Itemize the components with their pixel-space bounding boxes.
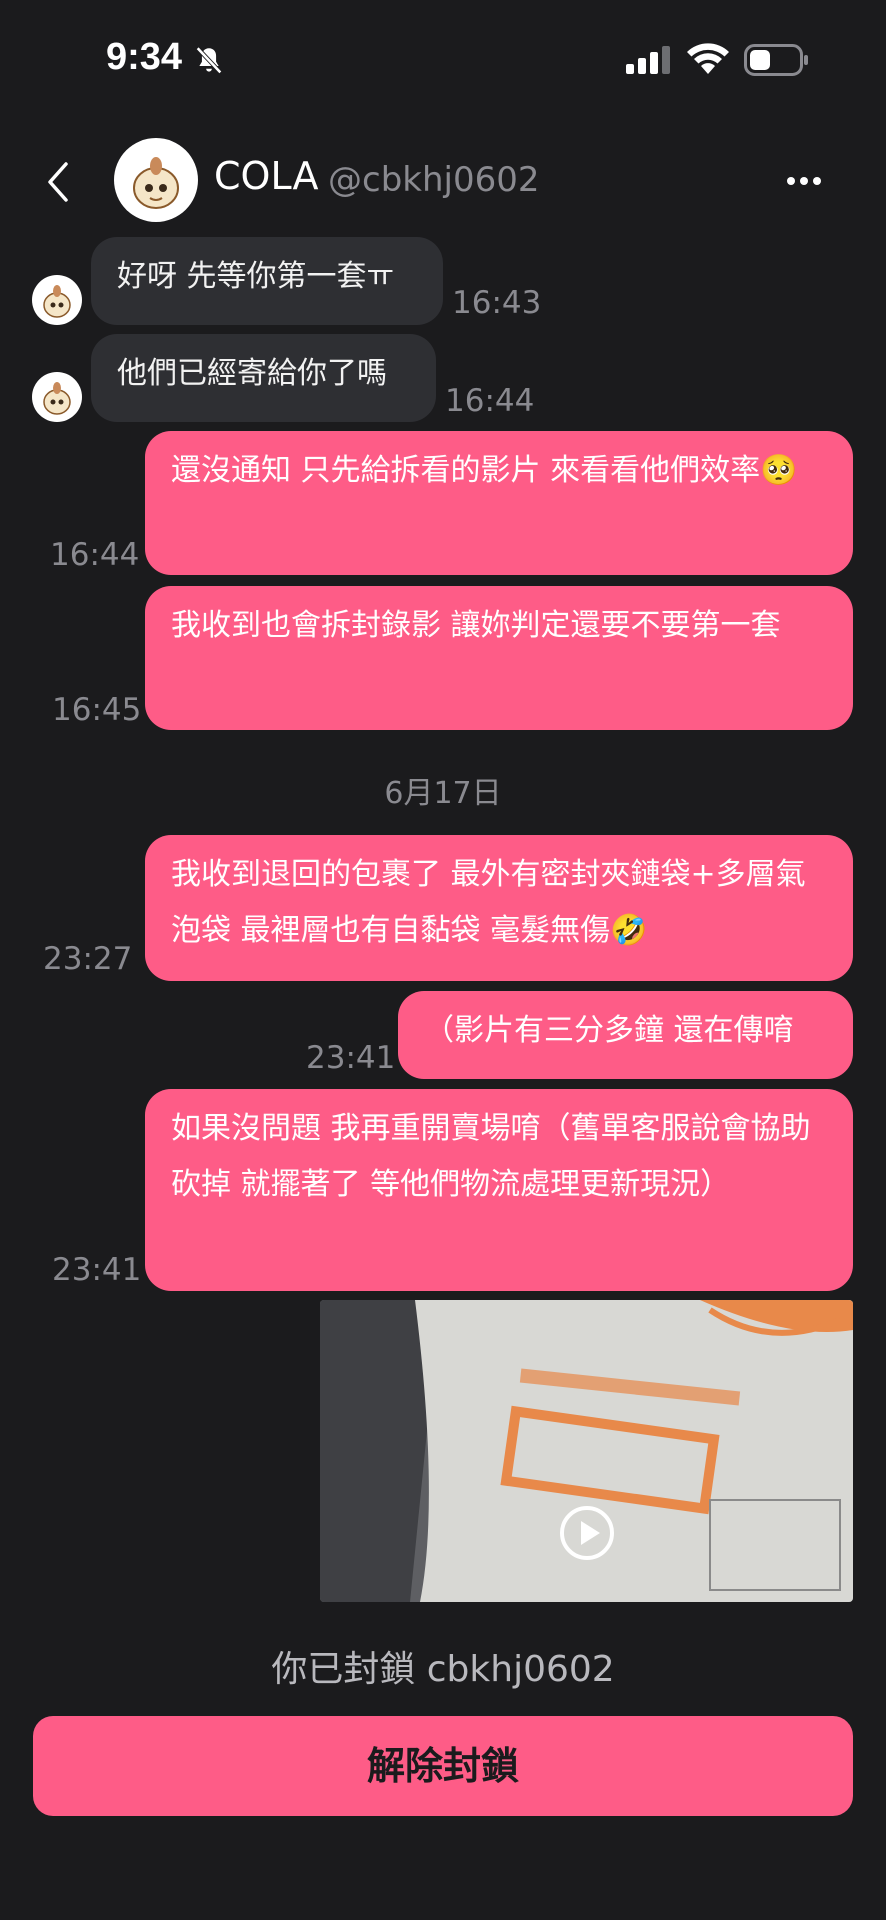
message-list[interactable]: 好呀 先等你第一套ㅠ 16:43 他們已經寄給你了嗎 16:44 16:44 還… [0,0,886,1920]
video-message[interactable] [320,1300,853,1602]
play-circle-icon[interactable] [558,1504,616,1562]
message-text: 好呀 先等你第一套ㅠ [117,259,395,294]
avatar-illustration [43,285,71,318]
message-timestamp: 16:44 [50,537,140,573]
message-text: 我收到也會拆封錄影 讓妳判定還要不要第一套 [171,608,781,643]
message-text: 他們已經寄給你了嗎 [117,356,387,391]
unblock-button[interactable]: 解除封鎖 [33,1716,853,1816]
message-timestamp: 23:41 [52,1252,142,1288]
message-bubble-outgoing[interactable]: 我收到退回的包裹了 最外有密封夾鏈袋+多層氣泡袋 最裡層也有自黏袋 毫髮無傷🤣 [145,835,853,981]
message-bubble-outgoing[interactable]: 我收到也會拆封錄影 讓妳判定還要不要第一套 [145,586,853,730]
message-bubble-incoming[interactable]: 好呀 先等你第一套ㅠ [91,237,443,325]
avatar[interactable] [32,275,82,325]
message-text: 我收到退回的包裹了 最外有密封夾鏈袋+多層氣泡袋 最裡層也有自黏袋 毫髮無傷🤣 [171,857,806,948]
message-text: 還沒通知 只先給拆看的影片 來看看他們效率🥺 [171,453,798,488]
message-text: （影片有三分多鐘 還在傳唷 [424,1013,794,1048]
message-bubble-outgoing[interactable]: 如果沒問題 我再重開賣場唷（舊單客服說會協助砍掉 就擺著了 等他們物流處理更新現… [145,1089,853,1291]
message-bubble-outgoing[interactable]: 還沒通知 只先給拆看的影片 來看看他們效率🥺 [145,431,853,575]
message-bubble-incoming[interactable]: 他們已經寄給你了嗎 [91,334,436,422]
message-timestamp: 16:43 [452,285,542,321]
message-timestamp: 23:27 [43,941,133,977]
avatar-illustration [43,382,71,415]
message-text: 如果沒問題 我再重開賣場唷（舊單客服說會協助砍掉 就擺著了 等他們物流處理更新現… [171,1111,811,1202]
date-separator: 6月17日 [384,776,502,811]
message-timestamp: 16:44 [445,383,535,419]
message-timestamp: 23:41 [306,1040,396,1076]
message-bubble-outgoing[interactable]: （影片有三分多鐘 還在傳唷 [398,991,853,1079]
avatar[interactable] [32,372,82,422]
message-timestamp: 16:45 [52,692,142,728]
blocked-notice: 你已封鎖 cbkhj0602 [271,1649,615,1690]
